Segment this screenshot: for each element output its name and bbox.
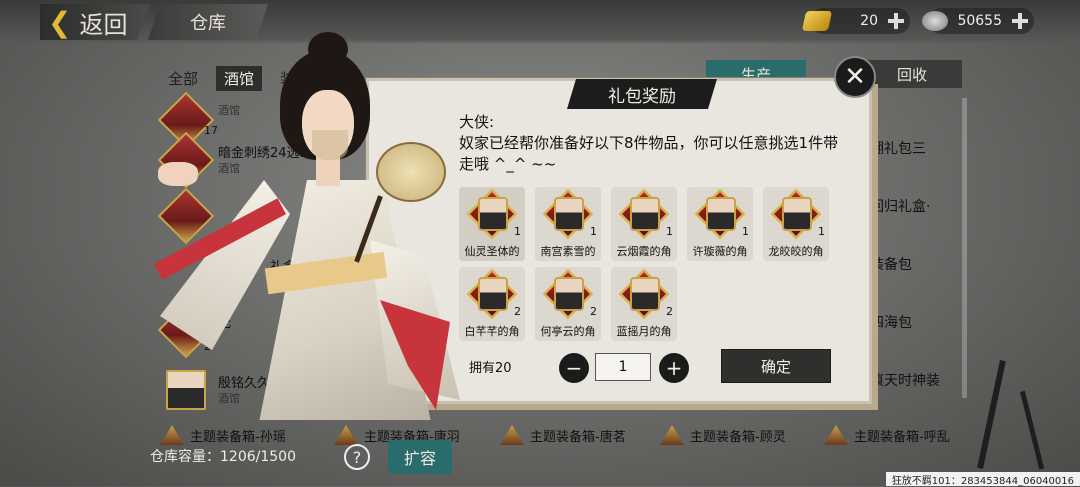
list-item[interactable]: 回归礼盒·	[870, 196, 930, 216]
close-icon[interactable]: ✕	[834, 56, 876, 98]
reward-name: 仙灵圣体的	[464, 245, 520, 258]
character-portrait-icon	[630, 277, 660, 311]
dialog-message: 奴家已经帮你准备好以下8件物品，你可以任意挑选1件带走哦 ^_^ ~~	[459, 134, 839, 173]
reward-qty: 2	[666, 305, 673, 318]
item-name: 主题装备箱-唐茗	[530, 429, 626, 445]
sword-decoration	[977, 360, 1006, 469]
list-item[interactable]: 翻礼包三	[870, 138, 926, 158]
reward-name: 云烟霞的角	[616, 245, 672, 258]
character-neck	[316, 156, 340, 186]
list-item[interactable]: 装备包	[870, 254, 912, 274]
tab-recycle[interactable]: 回收	[862, 60, 962, 88]
chevron-left-icon: ❮	[48, 5, 72, 39]
character-portrait-icon	[554, 197, 584, 231]
reward-item[interactable]: 1 仙灵圣体的	[459, 187, 525, 261]
character-portrait-icon	[630, 197, 660, 231]
reward-name: 白芊芊的角	[464, 325, 520, 338]
dialog-title: 礼包奖励	[567, 79, 717, 109]
back-button[interactable]: ❮ 返回	[40, 4, 150, 40]
list-item[interactable]: 主题装备箱-唐茗	[500, 422, 626, 448]
character-hair-bun	[308, 32, 348, 66]
list-item[interactable]: 四海包	[870, 312, 912, 332]
reward-qty: 1	[742, 225, 749, 238]
gold-ingot-icon	[801, 11, 833, 31]
add-silver-button[interactable]	[1010, 11, 1030, 31]
player-id-text: 狂放不羁101：283453844_06040016	[885, 472, 1080, 487]
help-button[interactable]: ?	[344, 444, 370, 470]
decrease-quantity-button[interactable]: −	[559, 353, 589, 383]
character-portrait-icon	[554, 277, 584, 311]
item-name: 主题装备箱-呼乱	[854, 429, 950, 445]
character-portrait-icon	[478, 197, 508, 231]
reward-qty: 1	[590, 225, 597, 238]
back-label: 返回	[79, 10, 128, 39]
sword-decoration	[1020, 390, 1045, 470]
reward-item[interactable]: 2 白芊芊的角	[459, 267, 525, 341]
capacity-label: 仓库容量：1206/1500	[150, 449, 296, 465]
reward-name: 龙皎皎的角	[768, 245, 824, 258]
reward-item[interactable]: 1 龙皎皎的角	[763, 187, 829, 261]
reward-qty: 1	[666, 225, 673, 238]
reward-item[interactable]: 1 南宫素雪的	[535, 187, 601, 261]
item-name: 主题装备箱-顾灵	[690, 429, 786, 445]
silver-ingot-icon	[922, 11, 948, 31]
list-scrollbar[interactable]	[962, 98, 967, 398]
equipment-box-icon	[500, 425, 524, 445]
list-item[interactable]: 主题装备箱-呼乱	[824, 422, 950, 448]
reward-item[interactable]: 2 何亭云的角	[535, 267, 601, 341]
character-veil	[312, 130, 348, 160]
gold-currency: 20	[801, 8, 910, 34]
reward-name: 南宫素雪的	[540, 245, 596, 258]
silver-currency: 50655	[922, 8, 1034, 34]
character-hand	[158, 162, 198, 186]
reward-qty: 1	[514, 225, 521, 238]
owned-count: 拥有20	[469, 361, 512, 376]
reward-item[interactable]: 1 许璇薇的角	[687, 187, 753, 261]
npc-character-illustration	[140, 30, 460, 430]
list-item[interactable]: 痕天时神装	[870, 370, 940, 390]
equipment-box-icon	[660, 425, 684, 445]
silver-amount: 50655	[957, 13, 1002, 29]
gold-amount: 20	[860, 13, 878, 29]
reward-item[interactable]: 2 蓝摇月的角	[611, 267, 677, 341]
reward-name: 许璇薇的角	[692, 245, 748, 258]
character-portrait-icon	[782, 197, 812, 231]
expand-button[interactable]: 扩容	[388, 440, 452, 474]
increase-quantity-button[interactable]: +	[659, 353, 689, 383]
reward-qty: 1	[818, 225, 825, 238]
reward-item[interactable]: 1 云烟霞的角	[611, 187, 677, 261]
reward-name: 蓝摇月的角	[616, 325, 672, 338]
add-gold-button[interactable]	[886, 11, 906, 31]
quantity-input[interactable]	[595, 353, 651, 381]
reward-qty: 2	[590, 305, 597, 318]
confirm-button[interactable]: 确定	[721, 349, 831, 383]
reward-name: 何亭云的角	[540, 325, 596, 338]
character-portrait-icon	[478, 277, 508, 311]
reward-qty: 2	[514, 305, 521, 318]
character-portrait-icon	[706, 197, 736, 231]
dialog-greeting: 大侠:	[459, 113, 495, 131]
list-item[interactable]: 主题装备箱-顾灵	[660, 422, 786, 448]
equipment-box-icon	[824, 425, 848, 445]
hand-fan-icon	[376, 142, 446, 202]
